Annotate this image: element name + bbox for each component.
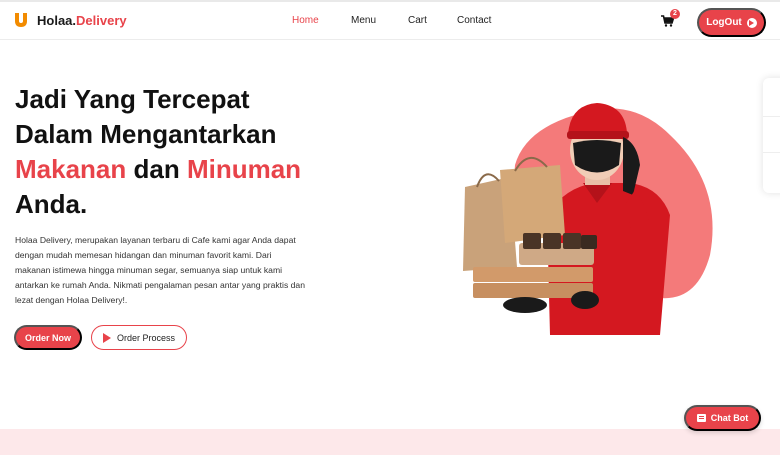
- hero-title-drink: Minuman: [186, 154, 302, 184]
- play-icon: [102, 332, 111, 343]
- side-panel-peek[interactable]: [763, 78, 780, 193]
- arrow-right-circle-icon: [746, 17, 757, 28]
- navbar: Holaa.Delivery Home Menu Cart Contact 2 …: [0, 2, 780, 40]
- hero-description: Holaa Delivery, merupakan layanan terbar…: [15, 235, 305, 305]
- hero-title: Jadi Yang Tercepat Dalam Mengantarkan Ma…: [15, 82, 345, 222]
- chat-bot-label: Chat Bot: [710, 413, 749, 423]
- hero-title-food: Makanan: [15, 154, 127, 184]
- nav-menu[interactable]: Menu: [351, 15, 376, 26]
- hero-title-line4: Anda.: [15, 189, 88, 219]
- hero-title-line2: Dalam Mengantarkan: [15, 119, 277, 149]
- nav-cart[interactable]: Cart: [408, 15, 427, 26]
- order-process-button[interactable]: Order Process: [91, 325, 187, 350]
- logout-label: LogOut: [706, 17, 742, 28]
- logout-button[interactable]: LogOut: [697, 8, 766, 37]
- nav-contact[interactable]: Contact: [457, 15, 491, 26]
- order-process-label: Order Process: [116, 332, 176, 343]
- chat-icon: [696, 414, 706, 422]
- side-panel-divider: [763, 152, 780, 153]
- cart-count-badge: 2: [670, 9, 680, 19]
- chat-bot-button[interactable]: Chat Bot: [684, 405, 761, 431]
- next-section-band: [0, 429, 780, 455]
- order-now-button[interactable]: Order Now: [14, 325, 82, 350]
- nav-home[interactable]: Home: [292, 15, 319, 26]
- hero-title-line1: Jadi Yang Tercepat: [15, 84, 250, 114]
- side-panel-divider: [763, 116, 780, 117]
- hero-delivery-illustration: [463, 103, 713, 335]
- hero-title-and: dan: [126, 154, 187, 184]
